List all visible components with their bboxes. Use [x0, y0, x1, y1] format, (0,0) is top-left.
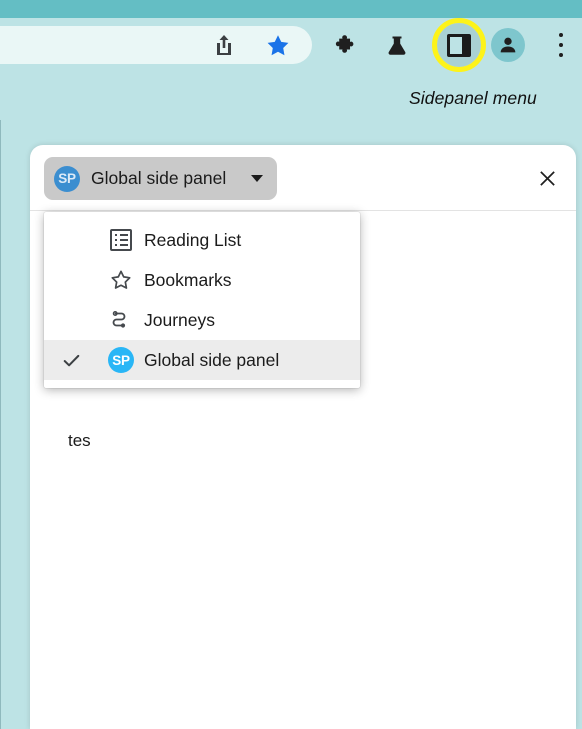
page-left-edge	[0, 120, 1, 729]
menu-item-reading-list[interactable]: Reading List	[44, 220, 360, 260]
menu-item-global-side-panel[interactable]: SP Global side panel	[44, 340, 360, 380]
three-dot-menu-icon[interactable]	[551, 30, 571, 60]
menu-item-label: Bookmarks	[144, 269, 232, 290]
side-panel-selector-button[interactable]: SP Global side panel	[44, 157, 278, 200]
sidepanel-menu-annotation: Sidepanel menu	[409, 88, 537, 108]
close-button[interactable]	[532, 163, 562, 193]
extensions-puzzle-icon[interactable]	[332, 31, 360, 59]
checkmark-icon	[44, 350, 98, 371]
highlight-ring-annotation	[432, 18, 486, 72]
share-icon[interactable]	[210, 31, 238, 59]
side-panel-header: SP Global side panel	[30, 145, 576, 211]
journeys-icon	[98, 308, 144, 332]
star-outline-icon	[98, 268, 144, 292]
experiments-flask-icon[interactable]	[383, 31, 411, 59]
chevron-down-icon	[251, 175, 264, 182]
menu-item-bookmarks[interactable]: Bookmarks	[44, 260, 360, 300]
sp-badge-icon: SP	[54, 165, 80, 192]
menu-item-label: Global side panel	[144, 349, 280, 370]
profile-avatar-button[interactable]	[491, 28, 525, 62]
dot	[559, 53, 563, 57]
dot	[559, 43, 563, 47]
menu-item-label: Journeys	[144, 309, 216, 330]
bookmark-star-icon[interactable]	[264, 31, 292, 59]
side-panel-selector-label: Global side panel	[91, 168, 227, 188]
reading-list-icon	[98, 229, 144, 251]
menu-item-label: Reading List	[144, 229, 242, 250]
browser-top-strip	[0, 0, 582, 18]
sp-badge-icon: SP	[98, 347, 144, 373]
side-panel-dropdown-menu[interactable]: Reading List Bookmarks Journeys SP Globa…	[44, 212, 360, 388]
menu-item-journeys[interactable]: Journeys	[44, 300, 360, 340]
panel-subtitle: tes	[68, 431, 91, 450]
dot	[559, 33, 563, 37]
